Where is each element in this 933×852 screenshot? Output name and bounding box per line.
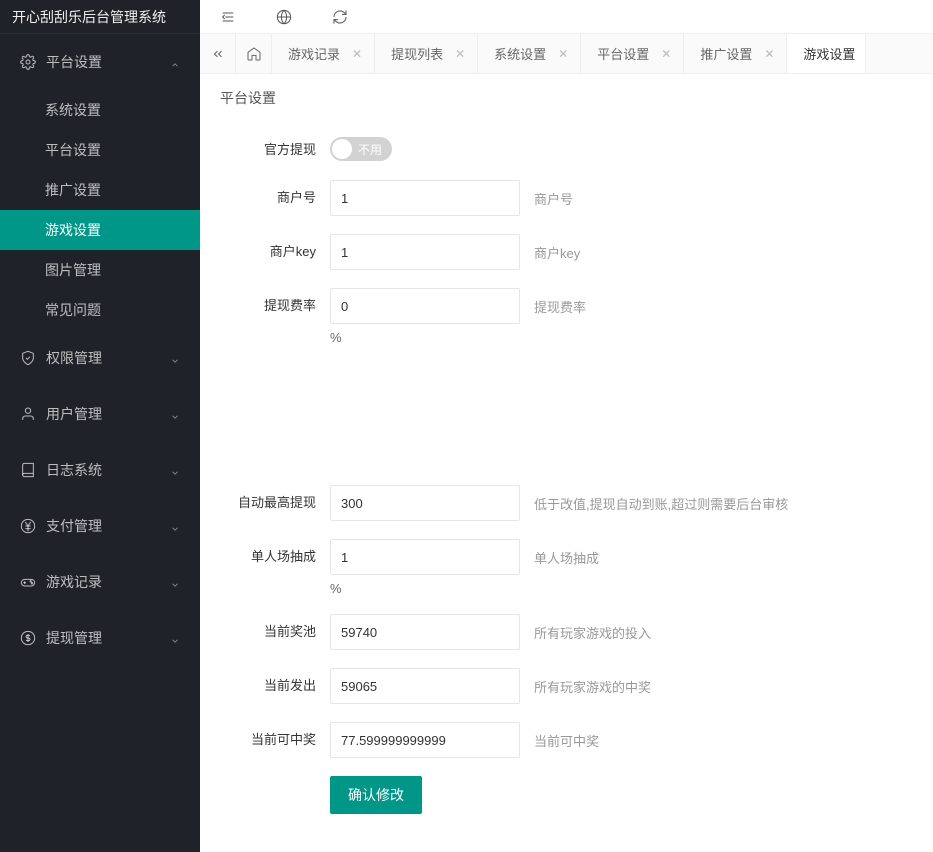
suffix-fee-rate: % xyxy=(330,330,520,345)
sidebar-item-platform-settings[interactable]: 平台设置 xyxy=(0,130,200,170)
sidebar: 开心刮刮乐后台管理系统 平台设置 系统设置 平台设置 推广设置 游戏设置 图片管… xyxy=(0,0,200,852)
suffix-solo-cut: % xyxy=(330,581,520,596)
sidebar-group-game-records[interactable]: 游戏记录 xyxy=(0,554,200,610)
sidebar-item-system-settings[interactable]: 系统设置 xyxy=(0,90,200,130)
globe-icon[interactable] xyxy=(276,9,292,25)
tab-game-records[interactable]: 游戏记录 ✕ xyxy=(272,34,375,73)
label-winnable: 当前可中奖 xyxy=(220,722,330,749)
user-icon xyxy=(20,406,36,422)
label-official-withdraw: 官方提现 xyxy=(220,132,330,159)
hint-winnable: 当前可中奖 xyxy=(534,722,599,750)
sidebar-group-label: 用户管理 xyxy=(46,404,102,424)
sidebar-group-permissions[interactable]: 权限管理 xyxy=(0,330,200,386)
sidebar-item-faq[interactable]: 常见问题 xyxy=(0,290,200,330)
input-fee-rate[interactable] xyxy=(330,288,520,324)
input-pool[interactable] xyxy=(330,614,520,650)
switch-official-withdraw[interactable]: 不用 xyxy=(330,137,392,161)
close-icon[interactable]: ✕ xyxy=(453,45,467,63)
sidebar-group-platform[interactable]: 平台设置 xyxy=(0,34,200,90)
input-paid-out[interactable] xyxy=(330,668,520,704)
input-winnable[interactable] xyxy=(330,722,520,758)
label-auto-max: 自动最高提现 xyxy=(220,485,330,512)
tab-label: 提现列表 xyxy=(391,44,443,63)
tab-bar: 游戏记录 ✕ 提现列表 ✕ 系统设置 ✕ 平台设置 ✕ 推广设置 ✕ 游戏设置 xyxy=(200,34,933,74)
app-title: 开心刮刮乐后台管理系统 xyxy=(0,0,200,34)
tab-system-settings[interactable]: 系统设置 ✕ xyxy=(478,34,581,73)
chevron-down-icon xyxy=(170,465,180,475)
input-merchant-key[interactable] xyxy=(330,234,520,270)
sidebar-group-users[interactable]: 用户管理 xyxy=(0,386,200,442)
topbar xyxy=(200,0,933,34)
label-fee-rate: 提现费率 xyxy=(220,288,330,315)
hint-auto-max: 低于改值,提现自动到账,超过则需要后台审核 xyxy=(534,485,788,513)
tab-withdraw-list[interactable]: 提现列表 ✕ xyxy=(375,34,478,73)
hint-solo-cut: 单人场抽成 xyxy=(534,539,599,567)
tab-label: 平台设置 xyxy=(597,44,649,63)
close-icon[interactable]: ✕ xyxy=(556,45,570,63)
sidebar-group-label: 权限管理 xyxy=(46,348,102,368)
tab-label: 游戏记录 xyxy=(288,44,340,63)
sidebar-item-promotion-settings[interactable]: 推广设置 xyxy=(0,170,200,210)
tab-label: 游戏设置 xyxy=(803,44,855,63)
close-icon[interactable]: ✕ xyxy=(350,45,364,63)
sidebar-group-label: 支付管理 xyxy=(46,516,102,536)
tab-label: 推广设置 xyxy=(700,44,752,63)
content: 平台设置 官方提现 不用 商户号 商户号 商户key 商户key xyxy=(200,74,933,852)
switch-knob xyxy=(332,139,352,159)
chevron-down-icon xyxy=(170,353,180,363)
refresh-icon[interactable] xyxy=(332,9,348,25)
sidebar-group-label: 游戏记录 xyxy=(46,572,102,592)
hint-merchant-key: 商户key xyxy=(534,234,580,262)
chevron-down-icon xyxy=(170,577,180,587)
sidebar-group-label: 日志系统 xyxy=(46,460,102,480)
chevron-down-icon xyxy=(170,409,180,419)
hint-paid-out: 所有玩家游戏的中奖 xyxy=(534,668,651,696)
gamepad-icon xyxy=(20,574,36,590)
close-icon[interactable]: ✕ xyxy=(762,45,776,63)
chevron-down-icon xyxy=(170,521,180,531)
tab-game-settings[interactable]: 游戏设置 xyxy=(787,34,866,73)
sidebar-item-game-settings[interactable]: 游戏设置 xyxy=(0,210,200,250)
book-icon xyxy=(20,462,36,478)
sidebar-group-payment[interactable]: 支付管理 xyxy=(0,498,200,554)
input-auto-max[interactable] xyxy=(330,485,520,521)
main: 游戏记录 ✕ 提现列表 ✕ 系统设置 ✕ 平台设置 ✕ 推广设置 ✕ 游戏设置 平台设置 … xyxy=(200,0,933,852)
submit-button[interactable]: 确认修改 xyxy=(330,776,422,814)
yen-icon xyxy=(20,518,36,534)
label-merchant-id: 商户号 xyxy=(220,180,330,207)
sidebar-group-label: 提现管理 xyxy=(46,628,102,648)
tabs-prev[interactable] xyxy=(200,34,236,73)
sidebar-group-label: 平台设置 xyxy=(46,52,102,72)
hint-fee-rate: 提现费率 xyxy=(534,288,586,316)
hint-merchant-id: 商户号 xyxy=(534,180,573,208)
page-title: 平台设置 xyxy=(220,88,913,108)
dollar-icon xyxy=(20,630,36,646)
label-pool: 当前奖池 xyxy=(220,614,330,641)
input-solo-cut[interactable] xyxy=(330,539,520,575)
chevron-up-icon xyxy=(170,57,180,67)
sidebar-group-withdraw[interactable]: 提现管理 xyxy=(0,610,200,666)
chevron-down-icon xyxy=(170,633,180,643)
collapse-sidebar-icon[interactable] xyxy=(220,9,236,25)
gear-icon xyxy=(20,54,36,70)
switch-text: 不用 xyxy=(358,141,382,158)
sidebar-item-image-management[interactable]: 图片管理 xyxy=(0,250,200,290)
shield-icon xyxy=(20,350,36,366)
sidebar-group-logs[interactable]: 日志系统 xyxy=(0,442,200,498)
tab-home[interactable] xyxy=(236,34,272,73)
tab-promotion-settings[interactable]: 推广设置 ✕ xyxy=(684,34,787,73)
hint-pool: 所有玩家游戏的投入 xyxy=(534,614,651,642)
input-merchant-id[interactable] xyxy=(330,180,520,216)
close-icon[interactable]: ✕ xyxy=(659,45,673,63)
tab-platform-settings[interactable]: 平台设置 ✕ xyxy=(581,34,684,73)
label-merchant-key: 商户key xyxy=(220,234,330,261)
label-solo-cut: 单人场抽成 xyxy=(220,539,330,566)
label-paid-out: 当前发出 xyxy=(220,668,330,695)
tab-label: 系统设置 xyxy=(494,44,546,63)
